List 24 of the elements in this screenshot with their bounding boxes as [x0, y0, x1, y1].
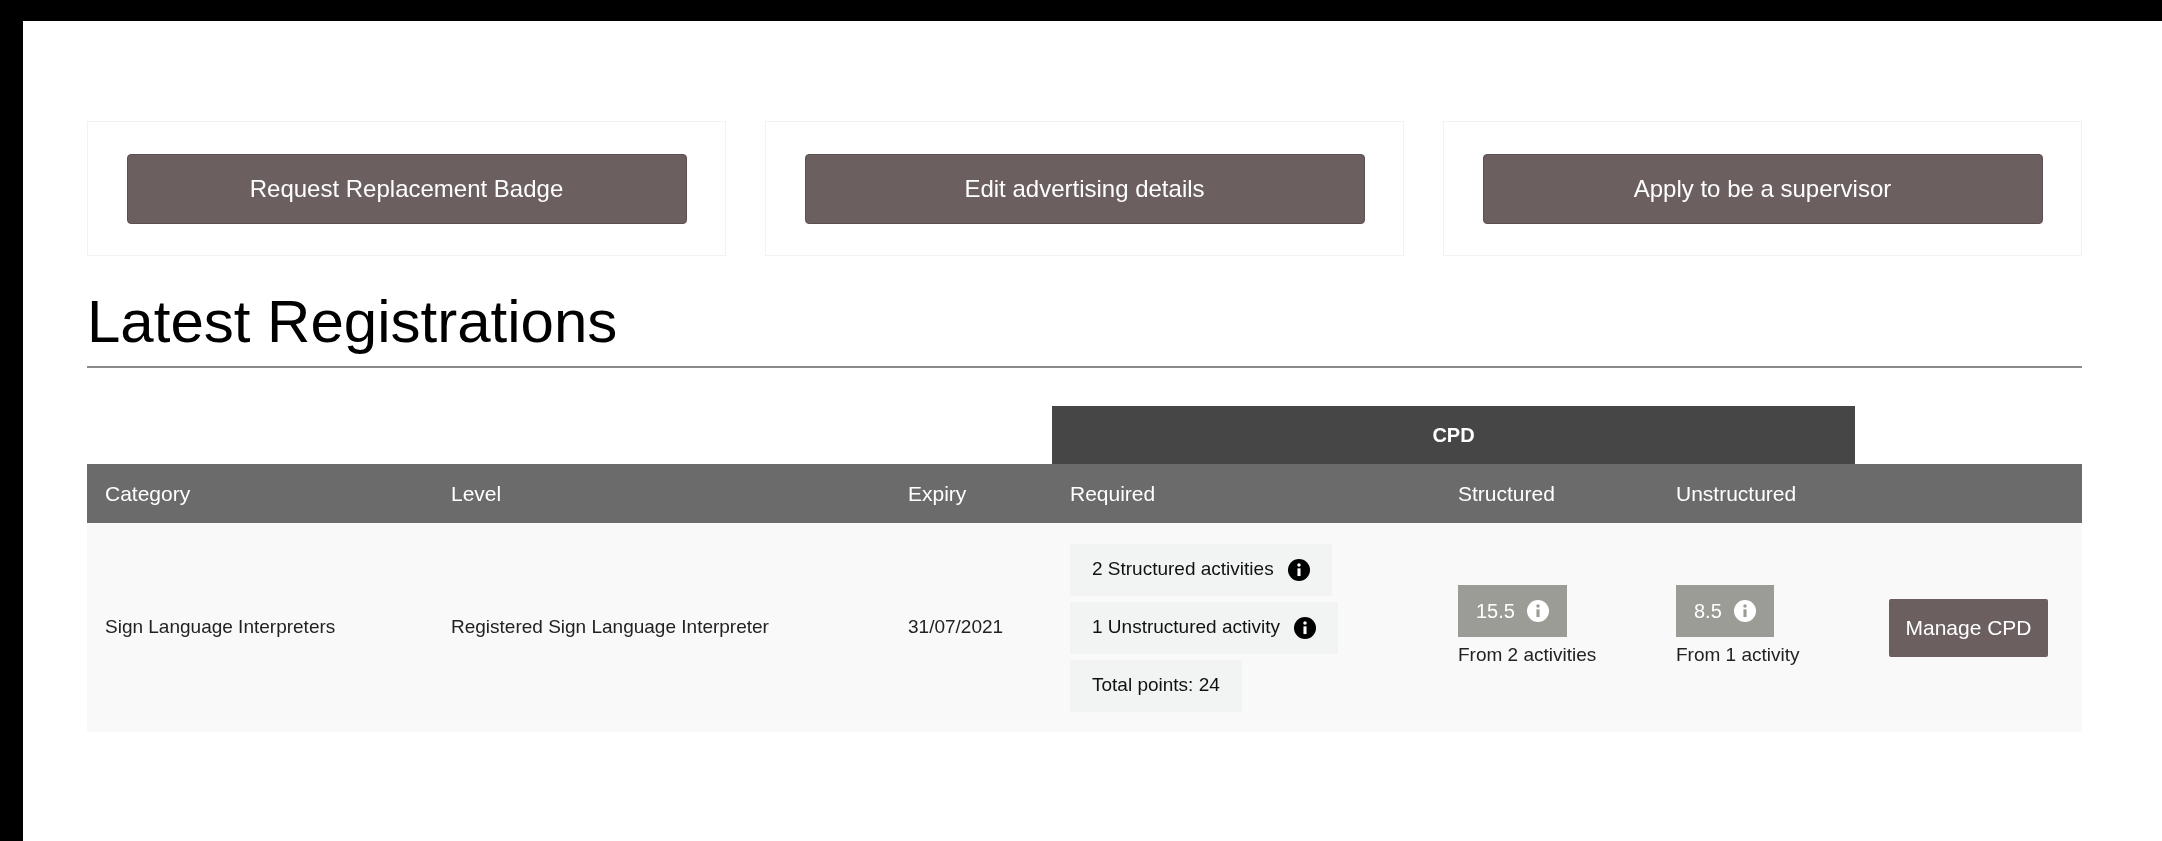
action-button[interactable]: Apply to be a supervisor	[1482, 153, 2043, 224]
manage-cpd-button[interactable]: Manage CPD	[1889, 598, 2048, 657]
info-icon[interactable]	[1293, 616, 1316, 639]
column-header: Expiry	[908, 481, 967, 505]
column-header: Structured	[1458, 481, 1555, 505]
group-header: CPD	[1052, 406, 1855, 464]
activity-count: From 2 activities	[1458, 643, 1597, 668]
action-button[interactable]: Request Replacement Badge	[126, 153, 687, 224]
points-badge: 15.5	[1458, 585, 1567, 638]
info-icon[interactable]	[1287, 558, 1310, 581]
table-cell: 31/07/2021	[908, 616, 1004, 638]
column-header: Category	[105, 481, 191, 505]
column-header: Required	[1070, 481, 1156, 505]
requirement-text: 1 Unstructured activity	[1092, 615, 1280, 640]
requirement-text: Total points: 24	[1092, 673, 1220, 698]
requirement-text: 2 Structured activities	[1092, 557, 1274, 582]
column-header: Level	[451, 481, 502, 505]
table-cell: Sign Language Interpreters	[105, 616, 336, 638]
section-heading: Latest Registrations	[87, 292, 2082, 368]
activity-count: From 1 activity	[1676, 643, 1800, 668]
points-badge: 8.5	[1676, 585, 1774, 638]
column-header: Unstructured	[1676, 481, 1797, 505]
table-cell: Registered Sign Language Interpreter	[451, 616, 769, 638]
action-button[interactable]: Edit advertising details	[804, 153, 1365, 224]
